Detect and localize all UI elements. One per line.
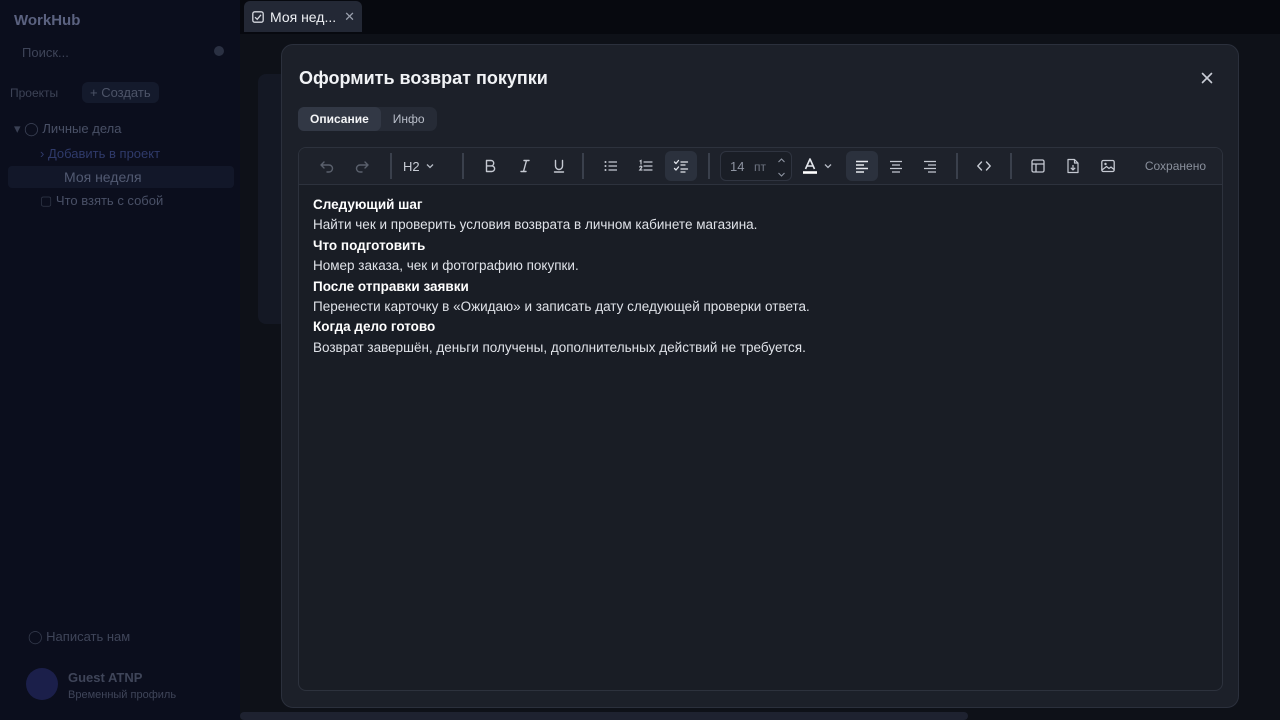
bullet-list-icon xyxy=(604,161,617,171)
numbered-list-icon xyxy=(638,159,653,171)
chevron-down-icon xyxy=(426,164,434,169)
sidebar-add-to-project[interactable]: › Добавить в проект xyxy=(40,146,160,161)
sidebar: WorkHub Поиск... Проекты + Создать ▾ ◯ Л… xyxy=(0,0,240,720)
code-button[interactable] xyxy=(968,151,1000,181)
align-center-button[interactable] xyxy=(880,151,912,181)
text-color-select[interactable] xyxy=(802,151,833,181)
modal-title: Оформить возврат покупки xyxy=(299,68,548,88)
projects-header: Проекты + Создать xyxy=(10,82,230,104)
chevron-down-icon xyxy=(777,172,785,177)
file-download-button[interactable] xyxy=(1057,151,1089,181)
undo-button[interactable] xyxy=(311,151,343,181)
tab-description[interactable]: Описание xyxy=(298,107,381,131)
contact-label: Написать нам xyxy=(46,629,131,644)
align-left-icon xyxy=(856,160,868,173)
tab-title: Моя нед... xyxy=(270,8,337,25)
create-project-button[interactable]: + Создать xyxy=(82,82,159,103)
font-size-down-button[interactable] xyxy=(771,167,791,181)
avatar[interactable] xyxy=(26,668,58,700)
content-paragraph: Найти чек и проверить условия возврата в… xyxy=(313,217,758,233)
italic-icon xyxy=(520,159,530,173)
text-color-icon xyxy=(803,158,817,174)
user-subtitle: Временный профиль xyxy=(68,689,177,701)
editor-toolbar: H2 14 пт Сохранено xyxy=(299,148,1222,185)
file-download-icon xyxy=(1067,158,1079,174)
toolbar-divider xyxy=(390,153,392,179)
table-icon xyxy=(1031,159,1045,173)
sidebar-item-label: Что взять с собой xyxy=(55,193,164,208)
editor-content[interactable]: Следующий шаг Найти чек и проверить усло… xyxy=(313,195,1208,358)
redo-icon xyxy=(355,161,369,173)
chevron-up-icon xyxy=(777,157,785,162)
sidebar-item-my-week[interactable]: Моя неделя xyxy=(8,166,234,188)
toolbar-divider xyxy=(462,153,464,179)
sidebar-item-label: Личные дела xyxy=(42,121,122,136)
tab-bar xyxy=(240,0,1280,34)
checkbox-icon xyxy=(252,10,264,23)
content-heading: Что подготовить xyxy=(313,237,426,253)
italic-button[interactable] xyxy=(509,151,541,181)
align-left-button[interactable] xyxy=(846,151,878,181)
underline-icon xyxy=(553,159,565,173)
save-status: Сохранено xyxy=(1144,159,1206,173)
undo-icon xyxy=(320,161,334,173)
content-paragraph: Возврат завершён, деньги получены, допол… xyxy=(313,339,806,355)
sidebar-item-label: Моя неделя xyxy=(64,169,142,185)
font-size-unit: пт xyxy=(754,160,766,174)
sidebar-item-what-to-take[interactable]: ▢ Что взять с собой xyxy=(40,193,163,209)
align-center-icon xyxy=(890,160,902,173)
horizontal-scrollbar[interactable] xyxy=(240,712,968,720)
content-paragraph: Перенести карточку в «Ожидаю» и записать… xyxy=(313,299,810,315)
tab-close-icon[interactable]: ✕ xyxy=(344,9,355,25)
align-right-icon xyxy=(924,160,936,173)
bold-icon xyxy=(485,159,496,173)
rich-text-editor: H2 14 пт Сохранено Следующий шаг Найти ч… xyxy=(298,147,1223,691)
toolbar-divider xyxy=(708,153,710,179)
font-size-value: 14 xyxy=(730,159,745,174)
table-button[interactable] xyxy=(1022,151,1054,181)
image-button[interactable] xyxy=(1092,151,1124,181)
content-heading: Когда дело готово xyxy=(313,319,436,335)
toolbar-divider xyxy=(956,153,958,179)
tab-my-week[interactable]: Моя нед... ✕ xyxy=(244,1,362,32)
code-icon xyxy=(977,161,991,171)
heading-select[interactable]: H2 xyxy=(403,151,435,181)
task-modal: Оформить возврат покупки Описание Инфо H… xyxy=(281,44,1239,708)
contact-us-link[interactable]: ◯ Написать нам xyxy=(28,629,130,645)
settings-icon[interactable] xyxy=(214,46,224,56)
underline-button[interactable] xyxy=(543,151,575,181)
content-paragraph: Номер заказа, чек и фотографию покупки. xyxy=(313,258,579,274)
image-icon xyxy=(1101,159,1115,173)
sidebar-search-input[interactable]: Поиск... xyxy=(10,40,228,66)
app-logo: WorkHub xyxy=(14,12,81,29)
toolbar-divider xyxy=(582,153,584,179)
checklist-icon xyxy=(673,159,689,173)
content-heading: После отправки заявки xyxy=(313,278,469,294)
sidebar-item-personal[interactable]: ▾ ◯ Личные дела xyxy=(14,121,121,137)
tab-info[interactable]: Инфо xyxy=(381,107,437,131)
content-heading: Следующий шаг xyxy=(313,197,423,212)
search-placeholder: Поиск... xyxy=(22,45,69,60)
redo-button[interactable] xyxy=(346,151,378,181)
font-size-up-button[interactable] xyxy=(771,153,791,167)
close-icon[interactable] xyxy=(1198,69,1216,87)
bullet-list-button[interactable] xyxy=(595,151,627,181)
bold-button[interactable] xyxy=(474,151,506,181)
toolbar-divider xyxy=(1010,153,1012,179)
font-size-stepper[interactable]: 14 пт xyxy=(720,151,792,181)
checklist-button[interactable] xyxy=(665,151,697,181)
numbered-list-button[interactable] xyxy=(630,151,662,181)
user-name: Guest ATNP xyxy=(68,670,143,685)
modal-tabs: Описание Инфо xyxy=(298,107,437,131)
heading-value: H2 xyxy=(403,158,420,174)
align-right-button[interactable] xyxy=(914,151,946,181)
projects-label: Проекты xyxy=(10,86,59,100)
chevron-down-icon xyxy=(824,164,832,169)
